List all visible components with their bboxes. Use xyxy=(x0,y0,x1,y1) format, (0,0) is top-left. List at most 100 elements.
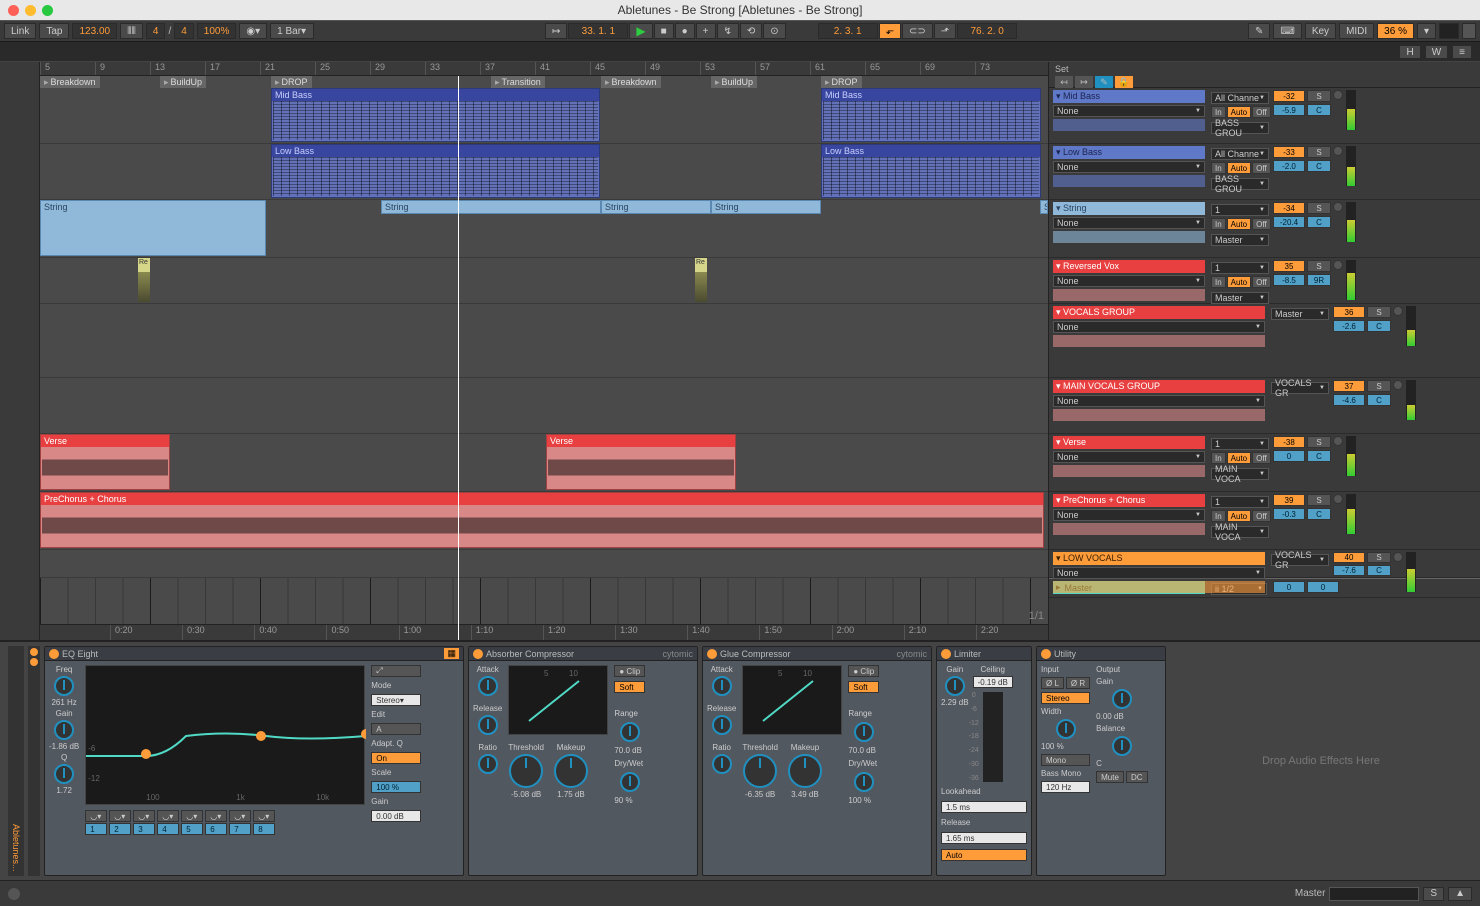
track-item[interactable]: ▾ Mid BassNoneAll ChanneInAutoOffBASS GR… xyxy=(1049,88,1480,144)
play-button[interactable]: ▶ xyxy=(629,23,652,39)
track-strip[interactable]: Abletunes... xyxy=(8,646,24,876)
clip[interactable]: String xyxy=(711,200,821,214)
punch-out-icon[interactable]: ⬏ xyxy=(934,23,956,39)
pan-value[interactable]: 9R xyxy=(1307,274,1331,286)
locator[interactable]: BuildUp xyxy=(160,76,206,88)
track-title[interactable]: ▾ Mid Bass xyxy=(1053,90,1205,103)
track-volume[interactable]: -2.6 xyxy=(1333,320,1365,332)
makeup-knob[interactable] xyxy=(554,754,588,788)
track-volume[interactable]: -5.9 xyxy=(1273,104,1305,116)
stop-button[interactable]: ■ xyxy=(654,23,674,39)
track-item[interactable]: ▾ VerseNone1InAutoOffMAIN VOCA-380SC xyxy=(1049,434,1480,492)
util-gain-knob[interactable] xyxy=(1112,689,1132,709)
tap-button[interactable]: Tap xyxy=(39,23,69,39)
device-selector[interactable]: None xyxy=(1053,395,1265,407)
overdub-icon[interactable]: + xyxy=(696,23,716,39)
track-activator[interactable]: 35 xyxy=(1273,260,1305,272)
arrangement-view[interactable]: 5913172125293337414549535761656973 Break… xyxy=(0,62,1048,640)
range-knob[interactable] xyxy=(620,722,640,742)
minimize-icon[interactable] xyxy=(25,5,36,16)
overview-w-button[interactable]: W xyxy=(1425,45,1448,59)
maximize-icon[interactable] xyxy=(42,5,53,16)
overview-h-button[interactable]: H xyxy=(1399,45,1420,59)
arm-button[interactable] xyxy=(1393,380,1403,390)
track-item[interactable]: ▾ MAIN VOCALS GROUPNoneVOCALS GR37-4.6SC xyxy=(1049,378,1480,434)
release-knob[interactable] xyxy=(712,715,732,735)
solo-button[interactable]: S xyxy=(1423,887,1444,901)
phase-l-button[interactable]: Ø L xyxy=(1041,677,1064,689)
track-row[interactable]: PreChorus + Chorus xyxy=(40,492,1048,550)
loop-length[interactable]: 76. 2. 0 xyxy=(957,23,1017,39)
ceiling-value[interactable]: -0.19 dB xyxy=(973,676,1013,688)
gain-knob[interactable] xyxy=(54,720,74,740)
output-selector[interactable]: Master xyxy=(1211,292,1269,304)
marker[interactable]: Re xyxy=(695,258,707,272)
track-title[interactable]: ▾ String xyxy=(1053,202,1205,215)
back-to-arrangement-icon[interactable]: ↤ xyxy=(1055,76,1073,88)
input-selector[interactable]: All Channe xyxy=(1211,148,1269,160)
capture-icon[interactable]: ⊙ xyxy=(763,23,785,39)
track-volume[interactable]: -7.6 xyxy=(1333,565,1365,576)
threshold-knob[interactable] xyxy=(509,754,543,788)
power-icon[interactable] xyxy=(707,649,717,659)
band-button[interactable]: 4 xyxy=(157,823,179,835)
marker[interactable]: Re xyxy=(138,258,150,272)
arm-button[interactable] xyxy=(1333,436,1343,446)
note-zoom[interactable]: 100% xyxy=(197,23,237,39)
q-knob[interactable] xyxy=(54,764,74,784)
automation-arm-icon[interactable]: ↯ xyxy=(717,23,739,39)
overview-bar[interactable]: H W ≡ xyxy=(0,42,1480,62)
tempo-nudge-icon[interactable]: ⦀⦀ xyxy=(120,23,143,39)
track-title[interactable]: ▾ VOCALS GROUP xyxy=(1053,306,1265,319)
arm-button[interactable] xyxy=(1333,260,1343,270)
locator-lane[interactable]: BreakdownBuildUpDROPTransitionBreakdownB… xyxy=(40,76,1048,88)
track-activator[interactable]: 37 xyxy=(1333,380,1365,392)
device-selector[interactable]: None xyxy=(1053,567,1265,579)
cpu-meter[interactable]: 36 % xyxy=(1377,23,1414,39)
computer-midi-icon[interactable]: ⌨ xyxy=(1273,23,1301,39)
power-icon[interactable] xyxy=(473,649,483,659)
range-knob[interactable] xyxy=(854,722,874,742)
limiter-gain-knob[interactable] xyxy=(945,676,965,696)
follow-icon[interactable]: ↦ xyxy=(545,23,567,39)
automation-mode-icon[interactable]: ✎ xyxy=(1095,76,1113,88)
pan-value[interactable]: C xyxy=(1367,565,1391,576)
sig-den[interactable]: 4 xyxy=(174,23,194,39)
track-volume[interactable]: -8.5 xyxy=(1273,274,1305,286)
output-selector[interactable]: MAIN VOCA xyxy=(1211,526,1269,538)
mono-button[interactable]: Mono xyxy=(1041,754,1090,766)
link-button[interactable]: Link xyxy=(4,23,36,39)
drop-zone[interactable]: Drop Audio Effects Here xyxy=(1170,646,1472,876)
track-activator[interactable]: -32 xyxy=(1273,90,1305,102)
band-button[interactable]: 6 xyxy=(205,823,227,835)
close-icon[interactable] xyxy=(8,5,19,16)
soft-button[interactable]: Soft xyxy=(848,681,879,693)
metronome-icon[interactable]: ◉▾ xyxy=(239,23,267,39)
device-selector[interactable]: None xyxy=(1053,451,1205,463)
track-title[interactable]: ▾ LOW VOCALS xyxy=(1053,552,1265,565)
clip[interactable]: String xyxy=(1040,200,1048,214)
position-display[interactable]: 33. 1. 1 xyxy=(568,23,628,39)
dc-button[interactable]: DC xyxy=(1126,771,1148,783)
add-locator-icon[interactable]: ↦ xyxy=(1075,76,1093,88)
clip[interactable]: PreChorus + Chorus xyxy=(40,492,1044,548)
power-icon[interactable] xyxy=(1041,649,1051,659)
bassmono-value[interactable]: 120 Hz xyxy=(1041,781,1090,793)
band-button[interactable]: 2 xyxy=(109,823,131,835)
track-volume[interactable]: -20.4 xyxy=(1273,216,1305,228)
device-selector[interactable]: None xyxy=(1053,161,1205,173)
eq-display[interactable]: -6 -12 100 1k 10k xyxy=(85,665,365,805)
key-button[interactable]: Key xyxy=(1305,23,1336,39)
clip[interactable]: Low Bass xyxy=(271,144,600,198)
auto-button[interactable]: Auto xyxy=(941,849,1027,861)
solo-button[interactable]: S xyxy=(1367,306,1391,318)
band-button[interactable]: 5 xyxy=(181,823,203,835)
solo-button[interactable]: S xyxy=(1367,552,1391,563)
loop-start[interactable]: 2. 3. 1 xyxy=(818,23,878,39)
clip[interactable]: Mid Bass xyxy=(271,88,600,142)
time-ruler[interactable]: 0:200:300:400:501:001:101:201:301:401:50… xyxy=(40,624,1048,640)
output-selector[interactable]: BASS GROU xyxy=(1211,178,1269,190)
band-button[interactable]: 3 xyxy=(133,823,155,835)
track-row[interactable]: Low BassLow Bass xyxy=(40,144,1048,200)
locator[interactable]: DROP xyxy=(821,76,862,88)
